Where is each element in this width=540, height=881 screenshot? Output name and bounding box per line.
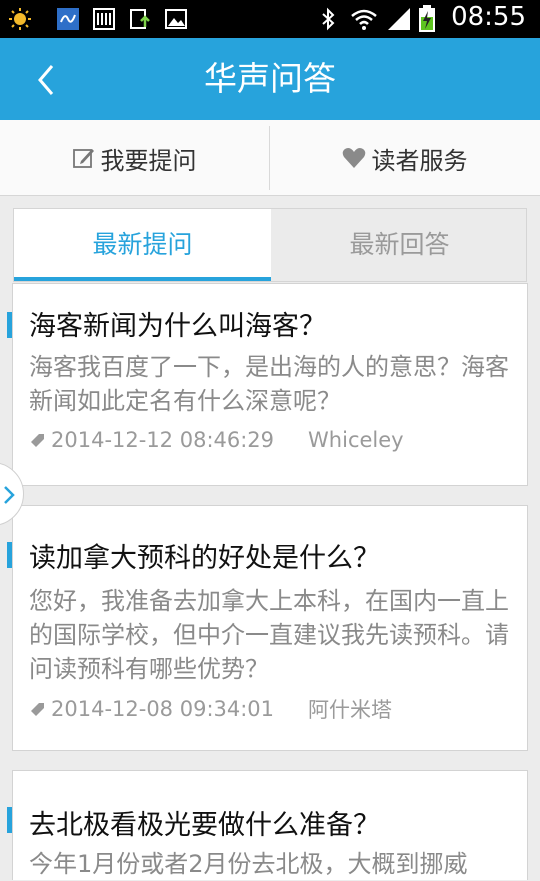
reader-service-button[interactable]: 读者服务 — [270, 120, 539, 196]
heart-icon — [342, 148, 365, 168]
question-title: 读加拿大预科的好处是什么？ — [29, 543, 380, 574]
signal-icon — [388, 8, 410, 30]
image-icon — [165, 9, 187, 29]
card-accent-bar — [7, 807, 12, 833]
wifi-icon — [351, 9, 377, 30]
page-title: 华声问答 — [204, 59, 336, 98]
clock: 08:55 — [451, 2, 526, 32]
edit-icon — [72, 149, 94, 168]
chevron-left-icon[interactable] — [28, 58, 68, 102]
question-card[interactable]: 海客新闻为什么叫海客？ 海客我百度了一下，是出海的人的意思？海客新闻如此定名有什… — [7, 283, 528, 486]
question-body: 海客我百度了一下，是出海的人的意思？海客新闻如此定名有什么深意呢？ — [29, 353, 509, 415]
tab-bar: 最新提问 最新回答 — [13, 208, 527, 282]
question-author: Whiceley — [308, 428, 404, 452]
question-timestamp: 2014-12-12 08:46:29 — [51, 428, 275, 452]
tab-latest-answers[interactable]: 最新回答 — [271, 209, 528, 281]
question-card[interactable]: 读加拿大预科的好处是什么？ 您好，我准备去加拿大上本科，在国内一直上的国际学校，… — [7, 505, 528, 751]
question-author: 阿什米塔 — [308, 698, 393, 722]
question-body: 今年1月份或者2月份去北极，大概到挪威 — [29, 850, 468, 878]
barcode-icon — [93, 8, 115, 30]
action-bar: 我要提问 读者服务 — [0, 120, 540, 196]
weather-sun-icon — [9, 8, 31, 30]
status-bar: 08:55 — [0, 0, 540, 38]
tab-latest-questions[interactable]: 最新提问 — [14, 209, 271, 281]
tag-icon — [31, 703, 44, 716]
app-icon — [57, 8, 79, 30]
question-title: 去北极看极光要做什么准备？ — [29, 810, 380, 841]
question-card[interactable]: 去北极看极光要做什么准备？ 今年1月份或者2月份去北极，大概到挪威 — [7, 770, 528, 880]
upload-icon — [130, 9, 150, 29]
bluetooth-icon — [322, 7, 335, 31]
battery-charging-icon — [419, 5, 435, 32]
ask-question-label: 我要提问 — [100, 146, 197, 175]
ask-question-button[interactable]: 我要提问 — [0, 120, 269, 196]
chevron-right-icon — [4, 486, 15, 504]
tag-icon — [31, 434, 44, 447]
question-title: 海客新闻为什么叫海客？ — [29, 311, 326, 342]
reader-service-label: 读者服务 — [371, 146, 468, 175]
card-accent-bar — [7, 542, 12, 568]
question-meta: 2014-12-12 08:46:29 Whiceley — [29, 428, 404, 452]
app-bar: 华声问答 — [0, 38, 540, 120]
question-body: 您好，我准备去加拿大上本科，在国内一直上的国际学校，但中介一直建议我先读预科。请… — [29, 587, 509, 683]
question-meta: 2014-12-08 09:34:01 阿什米塔 — [29, 694, 392, 724]
card-accent-bar — [7, 312, 12, 338]
question-timestamp: 2014-12-08 09:34:01 — [51, 697, 275, 721]
